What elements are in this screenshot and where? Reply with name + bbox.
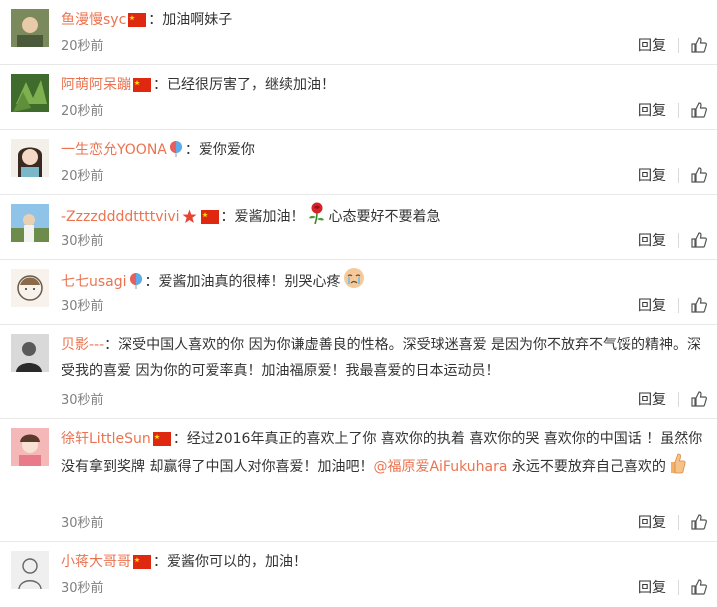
china-flag-icon bbox=[133, 78, 151, 92]
comment-item: 阿萌阿呆蹦 ：已经很厉害了，继续加油！ 20秒前 回复 bbox=[0, 65, 717, 130]
crying-face-icon bbox=[343, 268, 364, 288]
divider bbox=[678, 232, 679, 248]
china-flag-icon bbox=[152, 432, 171, 446]
comment-item: -Zzzzddddttttvivi ：爱酱加油！ 心态要好不要着急 30秒前 回复 bbox=[0, 195, 717, 260]
avatar[interactable] bbox=[11, 9, 49, 47]
reply-button[interactable]: 回复 bbox=[638, 512, 666, 532]
thumbs-up-emoji-icon bbox=[670, 453, 686, 474]
commenter-name[interactable]: 小蒋大哥哥 bbox=[61, 554, 131, 570]
comment-time: 20秒前 bbox=[61, 39, 104, 54]
avatar[interactable] bbox=[11, 428, 49, 466]
china-flag-icon bbox=[200, 210, 219, 224]
comment-item: 徐轩LittleSun ：经过2016年真正的喜欢上了你 喜欢你的执着 喜欢你的哭… bbox=[0, 419, 717, 542]
rose-icon bbox=[308, 202, 324, 224]
commenter-name[interactable]: -Zzzzddddttttvivi bbox=[61, 209, 180, 225]
comment-time: 30秒前 bbox=[61, 393, 104, 408]
commenter-name[interactable]: 阿萌阿呆蹦 bbox=[61, 77, 131, 93]
like-icon[interactable] bbox=[691, 391, 707, 407]
comment-text: 深受中国人喜欢的你 因为你谦虚善良的性格。深受球迷喜爱 是因为你不放弃不气馁的精… bbox=[61, 337, 702, 379]
avatar[interactable] bbox=[11, 139, 49, 177]
comment-text: 加油啊妹子 bbox=[162, 12, 233, 28]
comment-item: 鱼漫慢syc ：加油啊妹子 20秒前 回复 bbox=[0, 0, 717, 65]
reply-button[interactable]: 回复 bbox=[638, 165, 666, 185]
comment-text: 已经很厉害了，继续加油！ bbox=[167, 77, 335, 93]
divider bbox=[678, 579, 679, 595]
divider bbox=[678, 391, 679, 407]
comment-time: 20秒前 bbox=[61, 169, 104, 184]
like-icon[interactable] bbox=[691, 102, 707, 118]
comment-text: 爱酱你可以的，加油！ bbox=[167, 554, 307, 570]
commenter-name[interactable]: 七七usagi bbox=[61, 274, 127, 290]
mention-link[interactable]: @福原爱AiFukuhara bbox=[373, 459, 507, 475]
divider bbox=[678, 37, 679, 53]
comment-list: 鱼漫慢syc ：加油啊妹子 20秒前 回复 阿萌阿呆蹦 ：已经很厉害了，继续加油！ … bbox=[0, 0, 717, 607]
commenter-name[interactable]: 徐轩LittleSun bbox=[61, 431, 151, 447]
avatar[interactable] bbox=[11, 334, 49, 372]
avatar[interactable] bbox=[11, 204, 49, 242]
rainbow-balloon-icon bbox=[169, 141, 182, 157]
reply-button[interactable]: 回复 bbox=[638, 230, 666, 250]
comment-text: 爱酱加油真的很棒！别哭心疼 bbox=[158, 274, 341, 290]
like-icon[interactable] bbox=[691, 579, 707, 595]
comment-item: 贝影---：深受中国人喜欢的你 因为你谦虚善良的性格。深受球迷喜爱 是因为你不放… bbox=[0, 325, 717, 419]
china-flag-icon bbox=[128, 13, 147, 27]
reply-button[interactable]: 回复 bbox=[638, 100, 666, 120]
like-icon[interactable] bbox=[691, 232, 707, 248]
like-icon[interactable] bbox=[691, 514, 707, 530]
like-icon[interactable] bbox=[691, 297, 707, 313]
reply-button[interactable]: 回复 bbox=[638, 577, 666, 597]
like-icon[interactable] bbox=[691, 37, 707, 53]
commenter-name[interactable]: 一生恋允YOONA bbox=[61, 142, 167, 158]
divider bbox=[678, 297, 679, 313]
reply-button[interactable]: 回复 bbox=[638, 389, 666, 409]
comment-text: 爱你爱你 bbox=[198, 142, 255, 158]
comment-time: 30秒前 bbox=[61, 299, 104, 314]
divider bbox=[678, 167, 679, 183]
comment-item: 七七usagi ：爱酱加油真的很棒！别哭心疼 30秒前 回复 bbox=[0, 260, 717, 325]
comment-time: 30秒前 bbox=[61, 234, 104, 249]
comment-text-2: 永远不要放弃自己喜欢的 bbox=[507, 459, 666, 475]
commenter-name[interactable]: 贝影--- bbox=[61, 337, 104, 353]
china-flag-icon bbox=[133, 555, 151, 569]
reply-button[interactable]: 回复 bbox=[638, 35, 666, 55]
comment-item: 一生恋允YOONA ：爱你爱你 20秒前 回复 bbox=[0, 130, 717, 195]
avatar[interactable] bbox=[11, 269, 49, 307]
avatar[interactable] bbox=[11, 74, 49, 112]
comment-time: 30秒前 bbox=[61, 581, 104, 596]
comment-text: 爱酱加油！ bbox=[234, 209, 305, 225]
reply-button[interactable]: 回复 bbox=[638, 295, 666, 315]
divider bbox=[678, 514, 679, 530]
comment-item: 小蒋大哥哥 ：爱酱你可以的，加油！ 30秒前 回复 bbox=[0, 542, 717, 607]
divider bbox=[678, 102, 679, 118]
comment-time: 30秒前 bbox=[61, 516, 104, 531]
commenter-name[interactable]: 鱼漫慢syc bbox=[61, 12, 126, 28]
like-icon[interactable] bbox=[691, 167, 707, 183]
rainbow-balloon-icon bbox=[129, 273, 142, 289]
avatar[interactable] bbox=[11, 551, 49, 589]
red-star-icon bbox=[182, 209, 197, 223]
comment-text-2: 心态要好不要着急 bbox=[328, 209, 441, 225]
comment-time: 20秒前 bbox=[61, 104, 104, 119]
